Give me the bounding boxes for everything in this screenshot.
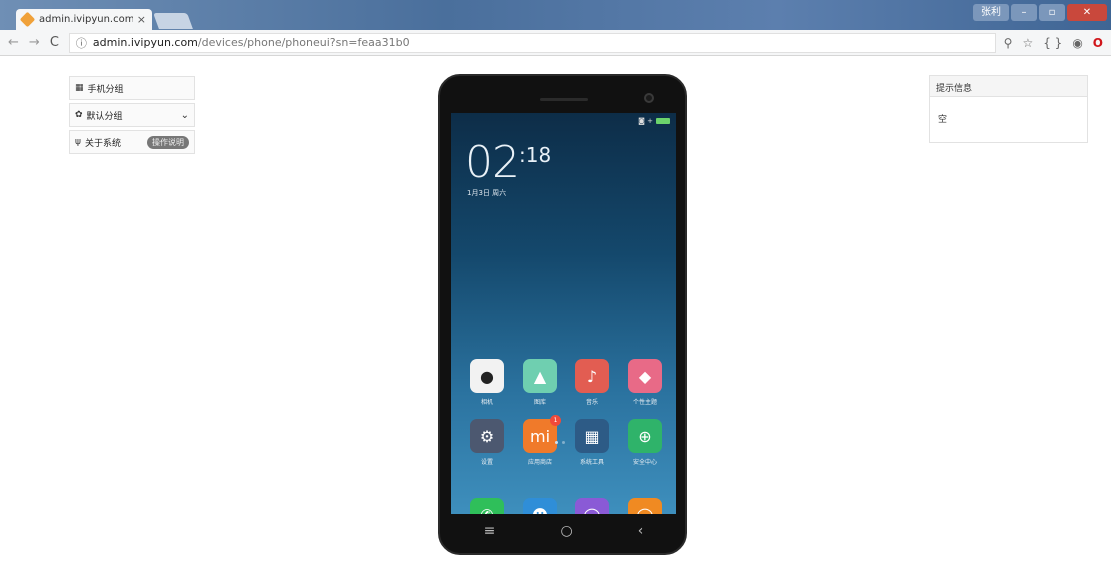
panel-body: 空 bbox=[938, 115, 948, 125]
favicon-icon bbox=[19, 11, 36, 28]
clock-hour: 02 bbox=[465, 137, 520, 188]
camera-icon: ● bbox=[470, 359, 504, 393]
app-store[interactable]: mi 1 应用商店 bbox=[520, 415, 561, 466]
sms-icon: ◯ bbox=[628, 498, 662, 514]
app-sms[interactable]: ◯短信 bbox=[625, 498, 665, 514]
front-camera-icon bbox=[644, 93, 654, 103]
contacts-icon: ☻ bbox=[523, 498, 557, 514]
address-bar: ← → C ⓘ admin.ivipyun.com /devices/phone… bbox=[0, 30, 1111, 56]
nav-bar: ≡ ○ ‹ bbox=[451, 516, 676, 546]
sidebar: ▦ 手机分组 ✿ 默认分组 ⌄ ψ 关于系统 操作说明 bbox=[69, 76, 195, 157]
panel-title: 提示信息 bbox=[930, 76, 1087, 97]
app-label: 图库 bbox=[533, 399, 546, 406]
date-label: 1月3日 周六 bbox=[467, 189, 507, 197]
app-music[interactable]: ♪ 音乐 bbox=[572, 359, 612, 406]
app-label: 设置 bbox=[480, 459, 493, 466]
maximize-button[interactable]: ▫ bbox=[1039, 4, 1065, 21]
security-icon: ⊕ bbox=[628, 419, 662, 453]
sidebar-item-label: 默认分组 bbox=[86, 111, 123, 122]
clock: 02:18 bbox=[465, 137, 551, 188]
forward-icon[interactable]: → bbox=[29, 35, 40, 50]
phone-device: ◙ + 02:18 1月3日 周六 ● 相机 ▲ 图库 ♪ 音乐 ◆ 个性主题 ⚙ 设置 mi 1 应用… bbox=[438, 74, 687, 555]
grid-icon: ▦ bbox=[75, 83, 84, 93]
app-contacts[interactable]: ☻联系人 bbox=[520, 498, 560, 514]
battery-icon bbox=[656, 118, 670, 124]
devtools-icon[interactable]: { } bbox=[1043, 36, 1062, 50]
app-camera[interactable]: ● 相机 bbox=[467, 359, 507, 406]
gear-icon: ✿ bbox=[75, 110, 83, 120]
browser-tab[interactable]: admin.ivipyun.com/de × bbox=[16, 9, 152, 30]
minimize-button[interactable]: – bbox=[1011, 4, 1037, 21]
page-dot-active bbox=[555, 441, 558, 444]
plant-icon: ψ bbox=[75, 137, 81, 147]
url-input[interactable]: ⓘ admin.ivipyun.com /devices/phone/phone… bbox=[68, 32, 996, 53]
tab-title: admin.ivipyun.com/de bbox=[39, 14, 133, 25]
app-gallery[interactable]: ▲ 图库 bbox=[520, 359, 560, 406]
app-label: 系统工具 bbox=[579, 459, 604, 466]
sidebar-item-label: 手机分组 bbox=[87, 84, 124, 95]
app-label: 安全中心 bbox=[632, 459, 657, 466]
sidebar-item-about[interactable]: ψ 关于系统 操作说明 bbox=[69, 130, 195, 154]
back-icon[interactable]: ← bbox=[8, 35, 19, 50]
extension-icon[interactable]: ◉ bbox=[1072, 36, 1082, 50]
app-label: 个性主题 bbox=[632, 399, 657, 406]
url-path: /devices/phone/phoneui?sn=feaa31b0 bbox=[197, 36, 410, 49]
phone-icon: ✆ bbox=[470, 498, 504, 514]
sidebar-item-phone-groups[interactable]: ▦ 手机分组 bbox=[69, 76, 195, 100]
sidebar-item-default-group[interactable]: ✿ 默认分组 ⌄ bbox=[69, 103, 195, 127]
app-theme[interactable]: ◆ 个性主题 bbox=[625, 359, 665, 406]
app-tools[interactable]: ▦ 系统工具 bbox=[572, 419, 612, 466]
window-controls: 张利 – ▫ ✕ bbox=[973, 4, 1107, 21]
url-host: admin.ivipyun.com bbox=[92, 36, 198, 49]
tips-panel: 提示信息 空 bbox=[929, 75, 1088, 143]
opera-icon[interactable]: O bbox=[1093, 36, 1103, 50]
store-icon: mi 1 bbox=[523, 415, 561, 453]
page-indicator bbox=[555, 441, 565, 444]
app-label: 应用商店 bbox=[527, 459, 552, 466]
clock-minute: :18 bbox=[519, 143, 552, 167]
phone-screen[interactable]: ◙ + 02:18 1月3日 周六 ● 相机 ▲ 图库 ♪ 音乐 ◆ 个性主题 ⚙ 设置 mi 1 应用… bbox=[451, 113, 676, 514]
sidebar-item-label: 关于系统 bbox=[84, 138, 121, 149]
speaker-grille bbox=[540, 98, 588, 101]
app-settings[interactable]: ⚙ 设置 bbox=[467, 419, 507, 466]
tab-close-icon[interactable]: × bbox=[137, 13, 146, 26]
info-icon[interactable]: ⓘ bbox=[76, 35, 87, 51]
title-bar: admin.ivipyun.com/de × 张利 – ▫ ✕ bbox=[0, 0, 1111, 30]
menu-icon[interactable]: ≡ bbox=[484, 523, 496, 539]
back-nav-icon[interactable]: ‹ bbox=[638, 523, 644, 539]
reload-icon[interactable]: C bbox=[50, 35, 59, 50]
zoom-icon[interactable]: ⚲ bbox=[1004, 36, 1013, 50]
profile-button[interactable]: 张利 bbox=[973, 4, 1009, 21]
app-label: 相机 bbox=[480, 399, 493, 406]
gallery-icon: ▲ bbox=[523, 359, 557, 393]
app-label: 音乐 bbox=[585, 399, 598, 406]
theme-icon: ◆ bbox=[628, 359, 662, 393]
status-text: ◙ + bbox=[638, 117, 653, 125]
notification-badge: 1 bbox=[550, 415, 561, 426]
music-icon: ♪ bbox=[575, 359, 609, 393]
settings-icon: ⚙ bbox=[470, 419, 504, 453]
browser-icon: ◯ bbox=[575, 498, 609, 514]
app-security[interactable]: ⊕ 安全中心 bbox=[625, 419, 665, 466]
toolbar-icons: ⚲ ☆ { } ◉ O bbox=[1004, 36, 1103, 50]
page-dot bbox=[562, 441, 565, 444]
instructions-badge[interactable]: 操作说明 bbox=[147, 135, 189, 149]
app-phone[interactable]: ✆拨号 bbox=[467, 498, 507, 514]
app-browser[interactable]: ◯浏览器 bbox=[572, 498, 612, 514]
bookmark-star-icon[interactable]: ☆ bbox=[1022, 36, 1033, 50]
status-bar: ◙ + bbox=[638, 117, 670, 125]
tools-icon: ▦ bbox=[575, 419, 609, 453]
chevron-down-icon[interactable]: ⌄ bbox=[181, 110, 189, 121]
close-window-button[interactable]: ✕ bbox=[1067, 4, 1107, 21]
home-icon[interactable]: ○ bbox=[560, 523, 572, 539]
new-tab-button[interactable] bbox=[153, 13, 193, 29]
